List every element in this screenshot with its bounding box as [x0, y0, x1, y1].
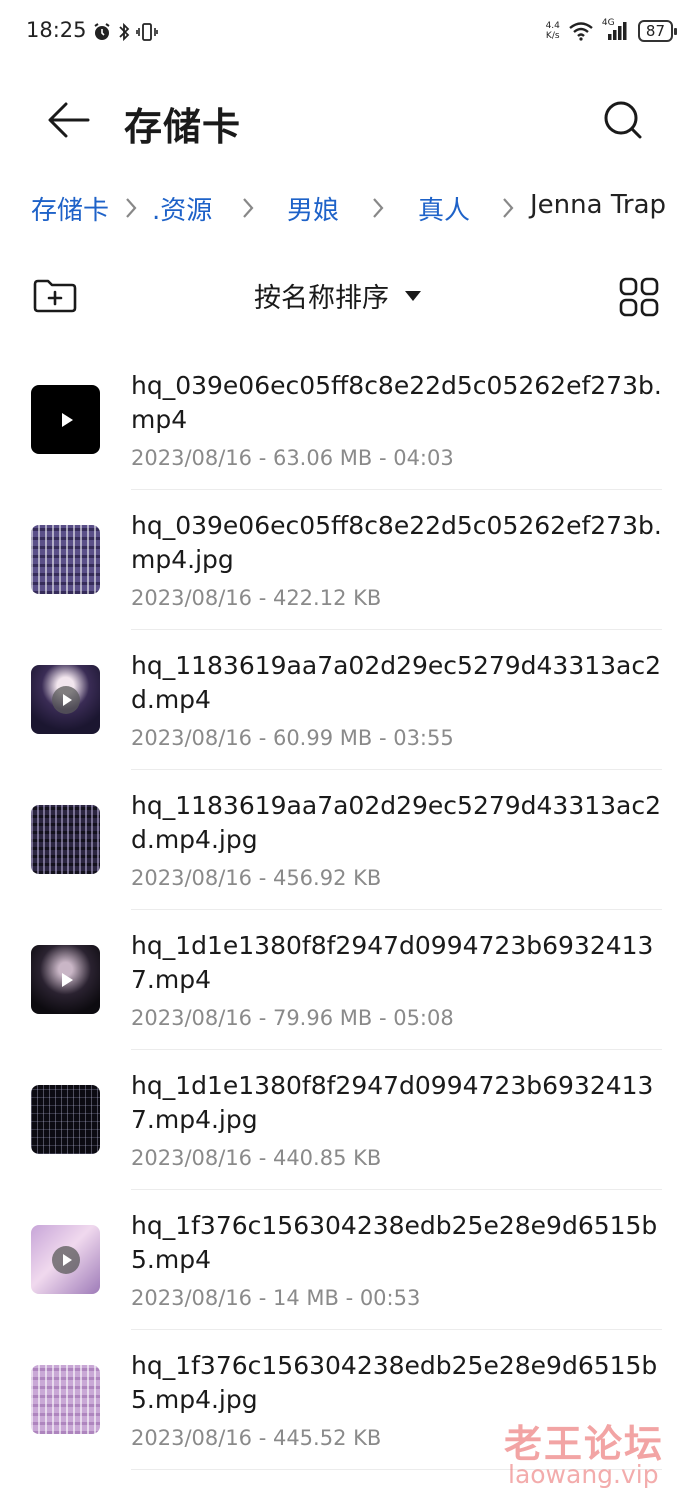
- new-folder-icon: [33, 279, 77, 313]
- cellular-signal-icon: 4G: [602, 18, 630, 42]
- play-icon: [61, 412, 73, 427]
- file-meta: 2023/08/16 - 456.92 KB: [131, 866, 382, 890]
- file-meta: 2023/08/16 - 445.52 KB: [131, 1426, 382, 1450]
- network-speed: 4.4 K/s: [545, 21, 560, 41]
- chevron-right-icon: [243, 198, 254, 218]
- video-thumbnail: [31, 1225, 100, 1294]
- file-item[interactable]: hq_039e06ec05ff8c8e22d5c05262ef273b.mp4.…: [0, 490, 693, 630]
- vibrate-icon: [136, 23, 158, 41]
- file-meta: 2023/08/16 - 14 MB - 00:53: [131, 1286, 421, 1310]
- file-name: hq_1183619aa7a02d29ec5279d43313ac2d.mp4: [131, 651, 662, 714]
- file-name: hq_039e06ec05ff8c8e22d5c05262ef273b.mp4: [131, 371, 662, 434]
- video-thumbnail: [31, 665, 100, 734]
- breadcrumb-item-subcategory[interactable]: 真人: [418, 190, 470, 227]
- file-list: hq_039e06ec05ff8c8e22d5c05262ef273b.mp4 …: [0, 350, 693, 1470]
- file-item[interactable]: hq_1183619aa7a02d29ec5279d43313ac2d.mp4.…: [0, 770, 693, 910]
- file-item[interactable]: hq_1f376c156304238edb25e28e9d6515b5.mp4 …: [0, 1190, 693, 1330]
- sort-dropdown[interactable]: 按名称排序: [254, 276, 423, 315]
- play-icon: [61, 972, 73, 987]
- file-item[interactable]: hq_1d1e1380f8f2947d0994723b69324137.mp4 …: [0, 910, 693, 1050]
- video-thumbnail: [31, 945, 100, 1014]
- breadcrumb-item-current: Jenna Trap: [530, 190, 667, 220]
- video-thumbnail: [31, 385, 100, 454]
- bluetooth-icon: [119, 22, 130, 42]
- grid-view-button[interactable]: [618, 276, 660, 318]
- file-meta: 2023/08/16 - 422.12 KB: [131, 586, 382, 610]
- alarm-icon: [94, 23, 110, 40]
- file-name: hq_1183619aa7a02d29ec5279d43313ac2d.mp4.…: [131, 791, 662, 854]
- status-left-icons: [92, 22, 158, 42]
- toolbar: 按名称排序: [0, 266, 693, 326]
- app-header: 存储卡: [0, 80, 693, 160]
- file-item[interactable]: hq_039e06ec05ff8c8e22d5c05262ef273b.mp4 …: [0, 350, 693, 490]
- play-icon: [51, 685, 80, 714]
- breadcrumb-item-storage-card[interactable]: 存储卡: [31, 190, 109, 227]
- grid-view-icon: [619, 277, 659, 317]
- chevron-right-icon: [126, 198, 137, 218]
- file-name: hq_1d1e1380f8f2947d0994723b69324137.mp4: [131, 931, 654, 994]
- battery-indicator: 87: [637, 20, 678, 42]
- breadcrumb: 存储卡 .资源 男娘 真人 Jenna Trap: [0, 186, 693, 232]
- chevron-right-icon: [373, 198, 384, 218]
- wifi-icon: [569, 22, 593, 41]
- breadcrumb-item-category[interactable]: 男娘: [287, 190, 339, 227]
- file-name: hq_1f376c156304238edb25e28e9d6515b5.mp4: [131, 1211, 658, 1274]
- image-thumbnail: [31, 525, 100, 594]
- file-item[interactable]: hq_1d1e1380f8f2947d0994723b69324137.mp4.…: [0, 1050, 693, 1190]
- watermark-url: laowang.vip: [508, 1460, 659, 1489]
- search-icon: [604, 101, 642, 139]
- sort-label: 按名称排序: [254, 283, 389, 314]
- file-name: hq_1d1e1380f8f2947d0994723b69324137.mp4.…: [131, 1071, 654, 1134]
- file-name: hq_1f376c156304238edb25e28e9d6515b5.mp4.…: [131, 1351, 658, 1414]
- status-bar: 18:25 4.4 K/s 4G 87: [0, 0, 693, 66]
- file-meta: 2023/08/16 - 60.99 MB - 03:55: [131, 726, 454, 750]
- image-thumbnail: [31, 805, 100, 874]
- file-item[interactable]: hq_1183619aa7a02d29ec5279d43313ac2d.mp4 …: [0, 630, 693, 770]
- chevron-right-icon: [503, 198, 514, 218]
- image-thumbnail: [31, 1365, 100, 1434]
- new-folder-button[interactable]: [32, 278, 78, 314]
- file-meta: 2023/08/16 - 79.96 MB - 05:08: [131, 1006, 454, 1030]
- file-meta: 2023/08/16 - 440.85 KB: [131, 1146, 382, 1170]
- search-button[interactable]: [600, 98, 646, 144]
- image-thumbnail: [31, 1085, 100, 1154]
- arrow-left-icon: [48, 102, 90, 138]
- file-name: hq_039e06ec05ff8c8e22d5c05262ef273b.mp4.…: [131, 511, 662, 574]
- page-title: 存储卡: [124, 105, 242, 149]
- caret-down-icon: [405, 290, 421, 301]
- breadcrumb-item-resources[interactable]: .资源: [152, 190, 212, 227]
- file-meta: 2023/08/16 - 63.06 MB - 04:03: [131, 446, 454, 470]
- status-right-icons: 4.4 K/s 4G 87: [545, 18, 678, 42]
- status-time: 18:25: [26, 18, 87, 42]
- back-button[interactable]: [44, 98, 94, 142]
- play-icon: [51, 1245, 80, 1274]
